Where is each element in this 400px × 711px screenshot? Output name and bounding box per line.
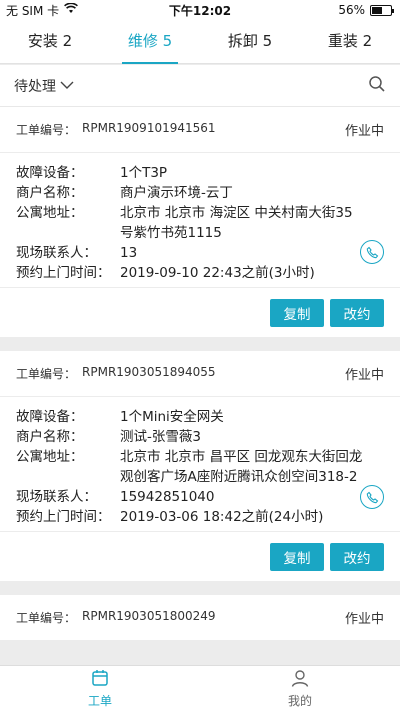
bottom-nav: 工单 我的 [0,665,400,711]
copy-button[interactable]: 复制 [270,542,324,571]
phone-call-icon[interactable] [360,240,384,264]
merchant-value: 商户演示环境-云丁 [120,185,233,201]
address-value: 北京市 北京市 昌平区 回龙观东大街回龙观创客广场A座附近腾讯众创空间318-2 [120,449,363,485]
tab-reinstall[interactable]: 重装 2 [300,20,400,63]
contact-label: 现场联系人： [16,489,97,505]
device-label: 故障设备： [16,165,84,181]
nav-profile-label: 我的 [287,694,312,708]
status-bar: 无 SIM 卡 下午12:02 56% [0,0,400,20]
order-card-header: 工单编号： RPMR1903051894055 作业中 [0,351,400,397]
order-actions: 复制 改约 [0,531,400,581]
status-filter-dropdown[interactable]: 待处理 [14,76,74,96]
contact-value: 15942851040 [120,489,215,505]
order-details: 故障设备： 1个Mini安全网关 商户名称： 测试-张雪薇3 公寓地址： 北京市 北京… [0,397,400,531]
address-label: 公寓地址： [16,449,84,465]
device-value: 1个T3P [120,165,168,181]
address-value: 北京市 北京市 海淀区 中关村南大街35号紫竹书苑1115 [120,205,353,241]
device-value: 1个Mini安全网关 [120,409,224,425]
carrier-text: 无 SIM 卡 [6,3,60,18]
appointment-value: 2019-03-06 18:42之前(24小时) [120,509,324,525]
person-icon [290,668,310,691]
nav-profile[interactable]: 我的 [200,666,400,711]
calendar-icon [90,668,110,691]
order-card-header: 工单编号： RPMR1903051800249 作业中 [0,595,400,641]
battery-percent: 56% [338,3,365,17]
order-no-value: RPMR1903051800249 [82,609,216,623]
phone-call-icon[interactable] [360,485,384,509]
merchant-label: 商户名称： [16,429,84,445]
address-label: 公寓地址： [16,205,84,221]
contact-label: 现场联系人： [16,245,97,261]
order-no-label: 工单编号： [16,611,77,625]
order-card: 工单编号： RPMR1903051800249 作业中 [0,595,400,641]
battery-icon [370,4,394,16]
order-card: 工单编号： RPMR1909101941561 作业中 故障设备： 1个T3P 商… [0,107,400,337]
order-actions: 复制 改约 [0,287,400,337]
copy-button[interactable]: 复制 [270,298,324,327]
order-no-value: RPMR1903051894055 [82,365,216,379]
wifi-icon [64,2,79,17]
order-status: 作业中 [344,368,384,383]
category-tabs: 安装 2 维修 5 拆卸 5 重装 2 [0,20,400,64]
filter-bar: 待处理 [0,65,400,107]
reschedule-button[interactable]: 改约 [330,298,384,327]
tab-remove[interactable]: 拆卸 5 [200,20,300,63]
nav-orders[interactable]: 工单 [0,666,200,711]
order-status: 作业中 [344,124,384,139]
chevron-down-icon [60,78,74,94]
status-filter-label: 待处理 [14,78,56,95]
tab-repair[interactable]: 维修 5 [100,20,200,64]
order-details: 故障设备： 1个T3P 商户名称： 商户演示环境-云丁 公寓地址： 北京市 北京市 海… [0,153,400,287]
appointment-label: 预约上门时间： [16,509,111,525]
order-list: 工单编号： RPMR1909101941561 作业中 故障设备： 1个T3P 商… [0,107,400,665]
nav-orders-label: 工单 [87,694,112,708]
merchant-label: 商户名称： [16,185,84,201]
device-label: 故障设备： [16,409,84,425]
merchant-value: 测试-张雪薇3 [120,429,201,445]
order-no-value: RPMR1909101941561 [82,121,216,135]
order-no-label: 工单编号： [16,123,77,137]
search-icon[interactable] [368,75,386,97]
appointment-label: 预约上门时间： [16,265,111,281]
tab-install[interactable]: 安装 2 [0,20,100,63]
order-status: 作业中 [344,612,384,627]
appointment-value: 2019-09-10 22:43之前(3小时) [120,265,315,281]
order-card-header: 工单编号： RPMR1909101941561 作业中 [0,107,400,153]
order-card: 工单编号： RPMR1903051894055 作业中 故障设备： 1个Mini安… [0,351,400,581]
reschedule-button[interactable]: 改约 [330,542,384,571]
order-no-label: 工单编号： [16,367,77,381]
contact-value: 13 [120,245,138,261]
